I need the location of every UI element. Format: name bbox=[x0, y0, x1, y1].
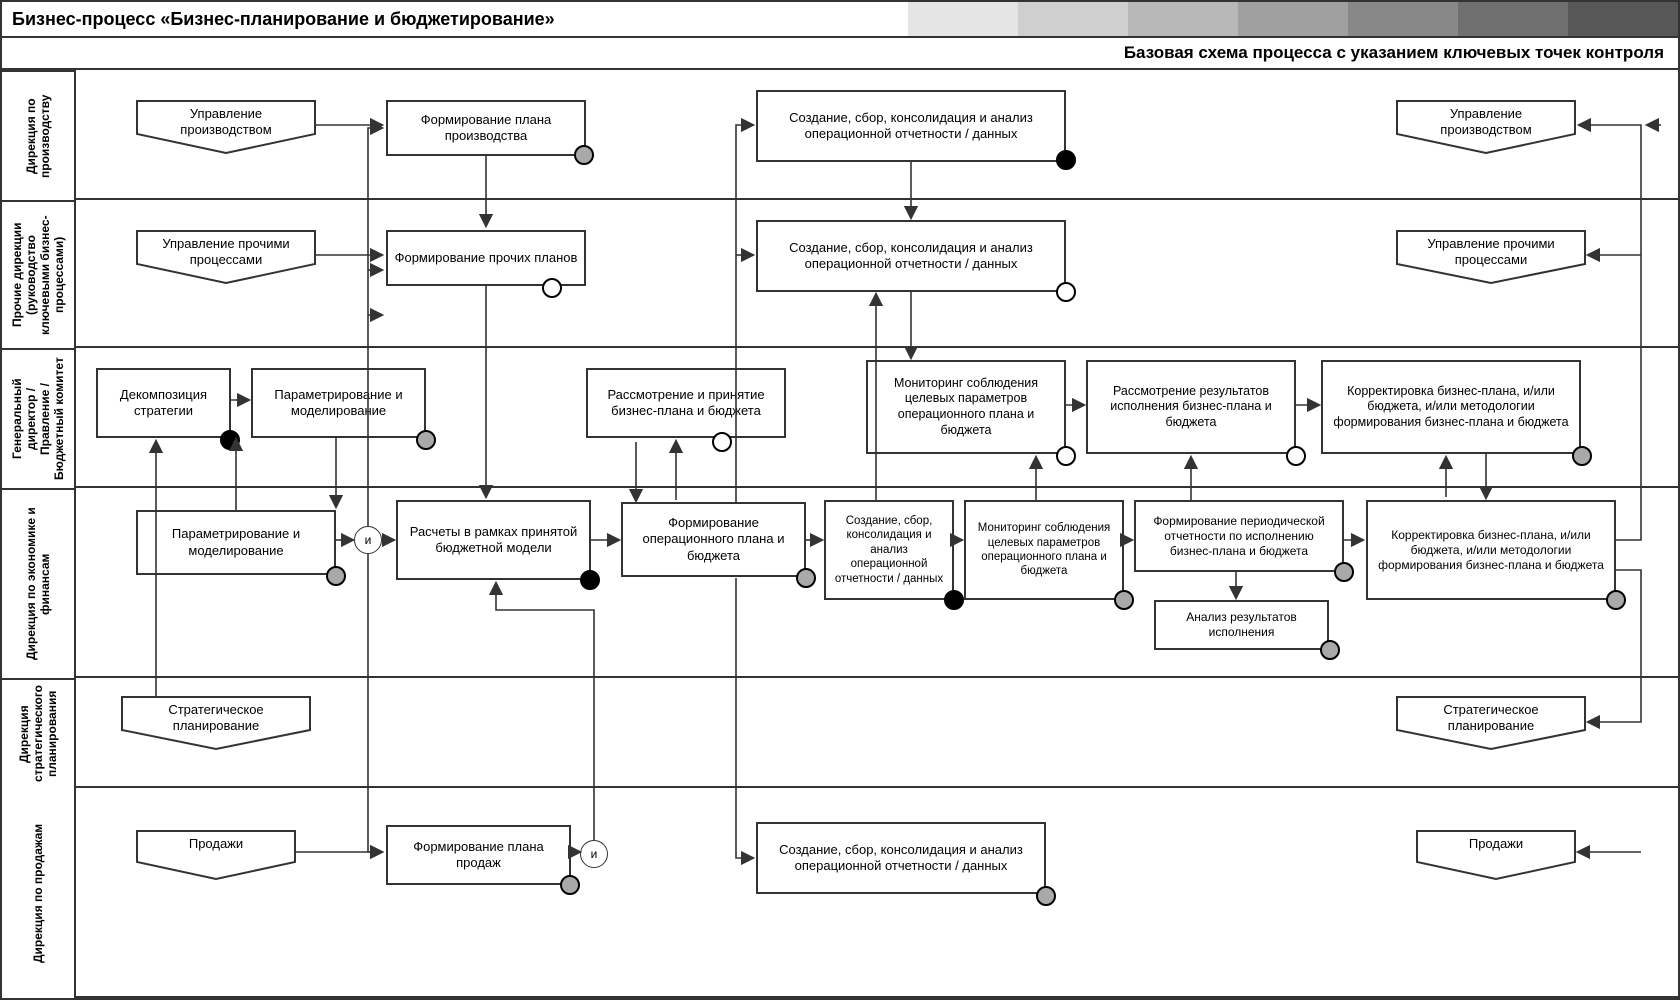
node-n20: Корректировка бизнес-плана, и/или бюджет… bbox=[1366, 500, 1616, 600]
node-n9: Формирование плана продаж bbox=[386, 825, 571, 885]
dot-n17 bbox=[1114, 590, 1134, 610]
dot-n10 bbox=[1056, 150, 1076, 170]
dot-n1 bbox=[574, 145, 594, 165]
node-n4: Параметрирование и моделирование bbox=[251, 368, 426, 438]
lane-label-5: Дирекция стратегического планирования bbox=[2, 678, 74, 788]
tag-sales-l: Продажи bbox=[136, 830, 296, 880]
node-n6: Параметрирование и моделирование bbox=[136, 510, 336, 575]
dot-n6 bbox=[326, 566, 346, 586]
tag-strat-l: Стратегическое планирование bbox=[121, 696, 311, 750]
node-n12: Создание, сбор, консолидация и анализ оп… bbox=[756, 822, 1046, 894]
tag-mgmt-other-r: Управление прочими процессами bbox=[1396, 230, 1586, 284]
node-n11: Создание, сбор, консолидация и анализ оп… bbox=[756, 220, 1066, 292]
dot-n12 bbox=[1036, 886, 1056, 906]
dot-n14 bbox=[1286, 446, 1306, 466]
node-n5: Рассмотрение и принятие бизнес-плана и б… bbox=[586, 368, 786, 438]
dot-n8 bbox=[796, 568, 816, 588]
lane-label-2: Прочие дирекции (руководство ключевыми б… bbox=[2, 200, 74, 348]
node-n10: Создание, сбор, консолидация и анализ оп… bbox=[756, 90, 1066, 162]
dot-n2 bbox=[542, 278, 562, 298]
dot-n13 bbox=[1056, 446, 1076, 466]
dot-n16 bbox=[944, 590, 964, 610]
node-n1: Формирование плана производства bbox=[386, 100, 586, 156]
dot-n18 bbox=[1334, 562, 1354, 582]
subtitle: Базовая схема процесса с указанием ключе… bbox=[2, 38, 1678, 70]
gate-and-2: и bbox=[580, 840, 608, 868]
dot-n3 bbox=[220, 430, 240, 450]
title-bar: Бизнес-процесс «Бизнес-планирование и бю… bbox=[2, 2, 1678, 38]
node-n17: Мониторинг соблюдения целевых параметров… bbox=[964, 500, 1124, 600]
dot-n19 bbox=[1320, 640, 1340, 660]
dot-n9 bbox=[560, 875, 580, 895]
tag-mgmt-prod-r: Управление производством bbox=[1396, 100, 1576, 154]
tag-mgmt-prod-l: Управление производством bbox=[136, 100, 316, 154]
dot-n7 bbox=[580, 570, 600, 590]
dot-n5 bbox=[712, 432, 732, 452]
gate-and-1: и bbox=[354, 526, 382, 554]
dot-n20 bbox=[1606, 590, 1626, 610]
lane-label-1: Дирекция по производству bbox=[2, 70, 74, 200]
node-n16: Создание, сбор, консолидация и анализ оп… bbox=[824, 500, 954, 600]
dot-n11 bbox=[1056, 282, 1076, 302]
lane-label-6: Дирекция по продажам bbox=[2, 788, 74, 998]
lane-label-3: Генеральный директор / Правление / Бюдже… bbox=[2, 348, 74, 488]
node-n2: Формирование прочих планов bbox=[386, 230, 586, 286]
tag-sales-r: Продажи bbox=[1416, 830, 1576, 880]
diagram-body: Дирекция по производству Прочие дирекции… bbox=[2, 70, 1678, 998]
node-n3: Декомпозиция стратегии bbox=[96, 368, 231, 438]
node-n18: Формирование периодической отчетности по… bbox=[1134, 500, 1344, 572]
tag-mgmt-other-l: Управление прочими процессами bbox=[136, 230, 316, 284]
lane-label-4: Дирекция по экономике и финансам bbox=[2, 488, 74, 678]
dot-n15 bbox=[1572, 446, 1592, 466]
node-n7: Расчеты в рамках принятой бюджетной моде… bbox=[396, 500, 591, 580]
node-n14: Рассмотрение результатов исполнения бизн… bbox=[1086, 360, 1296, 454]
node-n19: Анализ результатов исполнения bbox=[1154, 600, 1329, 650]
lane-labels: Дирекция по производству Прочие дирекции… bbox=[2, 70, 76, 998]
node-n8: Формирование операционного плана и бюдже… bbox=[621, 502, 806, 577]
tag-strat-r: Стратегическое планирование bbox=[1396, 696, 1586, 750]
dot-n4 bbox=[416, 430, 436, 450]
title-text: Бизнес-процесс «Бизнес-планирование и бю… bbox=[2, 9, 555, 30]
node-n15: Корректировка бизнес-плана, и/или бюджет… bbox=[1321, 360, 1581, 454]
node-n13: Мониторинг соблюдения целевых параметров… bbox=[866, 360, 1066, 454]
canvas: Управление производством Управление проч… bbox=[76, 70, 1678, 998]
diagram-root: Бизнес-процесс «Бизнес-планирование и бю… bbox=[0, 0, 1680, 1000]
title-gradient bbox=[908, 2, 1678, 36]
